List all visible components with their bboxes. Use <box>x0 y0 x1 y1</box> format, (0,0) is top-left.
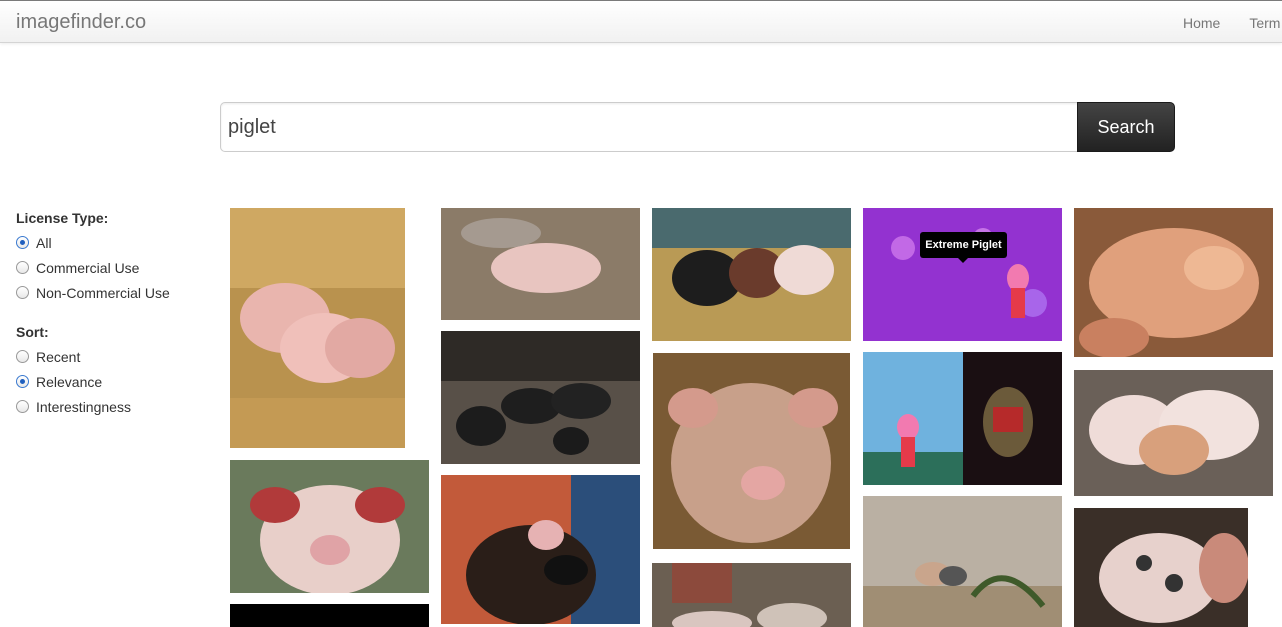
nav-terms-link[interactable]: Term <box>1249 15 1280 31</box>
sort-option-relevance[interactable]: Relevance <box>16 369 170 394</box>
radio-button[interactable] <box>16 375 29 388</box>
image-thumbnail[interactable] <box>230 208 405 448</box>
image-thumbnail[interactable] <box>1074 208 1273 357</box>
sort-option-interestingness[interactable]: Interestingness <box>16 394 170 419</box>
option-label: Commercial Use <box>36 259 140 276</box>
image-thumbnail[interactable] <box>441 475 640 624</box>
option-label: Relevance <box>36 373 103 390</box>
radio-button[interactable] <box>16 350 29 363</box>
radio-button[interactable] <box>16 261 29 274</box>
sort-option-recent[interactable]: Recent <box>16 344 170 369</box>
image-thumbnail[interactable] <box>653 353 850 549</box>
image-thumbnail[interactable] <box>652 208 851 341</box>
sort-title: Sort: <box>16 324 49 340</box>
search-button[interactable]: Search <box>1077 102 1175 152</box>
image-thumbnail[interactable] <box>652 563 851 627</box>
license-type-title: License Type: <box>16 210 109 226</box>
image-thumbnail[interactable] <box>230 604 429 627</box>
image-tooltip: Extreme Piglet <box>920 232 1007 263</box>
search-input[interactable] <box>220 102 1080 152</box>
image-thumbnail[interactable] <box>1074 370 1273 496</box>
nav-home-link[interactable]: Home <box>1183 15 1220 31</box>
license-option-all[interactable]: All <box>16 230 170 255</box>
image-thumbnail[interactable] <box>441 208 640 320</box>
image-thumbnail[interactable] <box>441 331 640 464</box>
top-navbar: imagefinder.co Home Term <box>0 0 1282 43</box>
image-thumbnail[interactable] <box>863 496 1062 627</box>
option-label: Interestingness <box>36 398 131 415</box>
radio-button[interactable] <box>16 236 29 249</box>
filters-panel: License Type: All Commercial Use Non-Com… <box>16 210 170 419</box>
license-option-commercial[interactable]: Commercial Use <box>16 255 170 280</box>
brand-logo[interactable]: imagefinder.co <box>16 11 146 34</box>
option-label: All <box>36 234 52 251</box>
option-label: Recent <box>36 348 81 365</box>
radio-button[interactable] <box>16 286 29 299</box>
image-thumbnail[interactable] <box>863 208 1062 341</box>
nav-links: Home Term <box>1183 15 1282 31</box>
image-thumbnail[interactable] <box>1074 508 1248 627</box>
image-thumbnail[interactable] <box>230 460 429 593</box>
search-bar: Search <box>220 102 1175 152</box>
option-label: Non-Commercial Use <box>36 284 170 301</box>
radio-button[interactable] <box>16 400 29 413</box>
license-option-noncommercial[interactable]: Non-Commercial Use <box>16 280 170 305</box>
image-thumbnail[interactable] <box>863 352 1062 485</box>
